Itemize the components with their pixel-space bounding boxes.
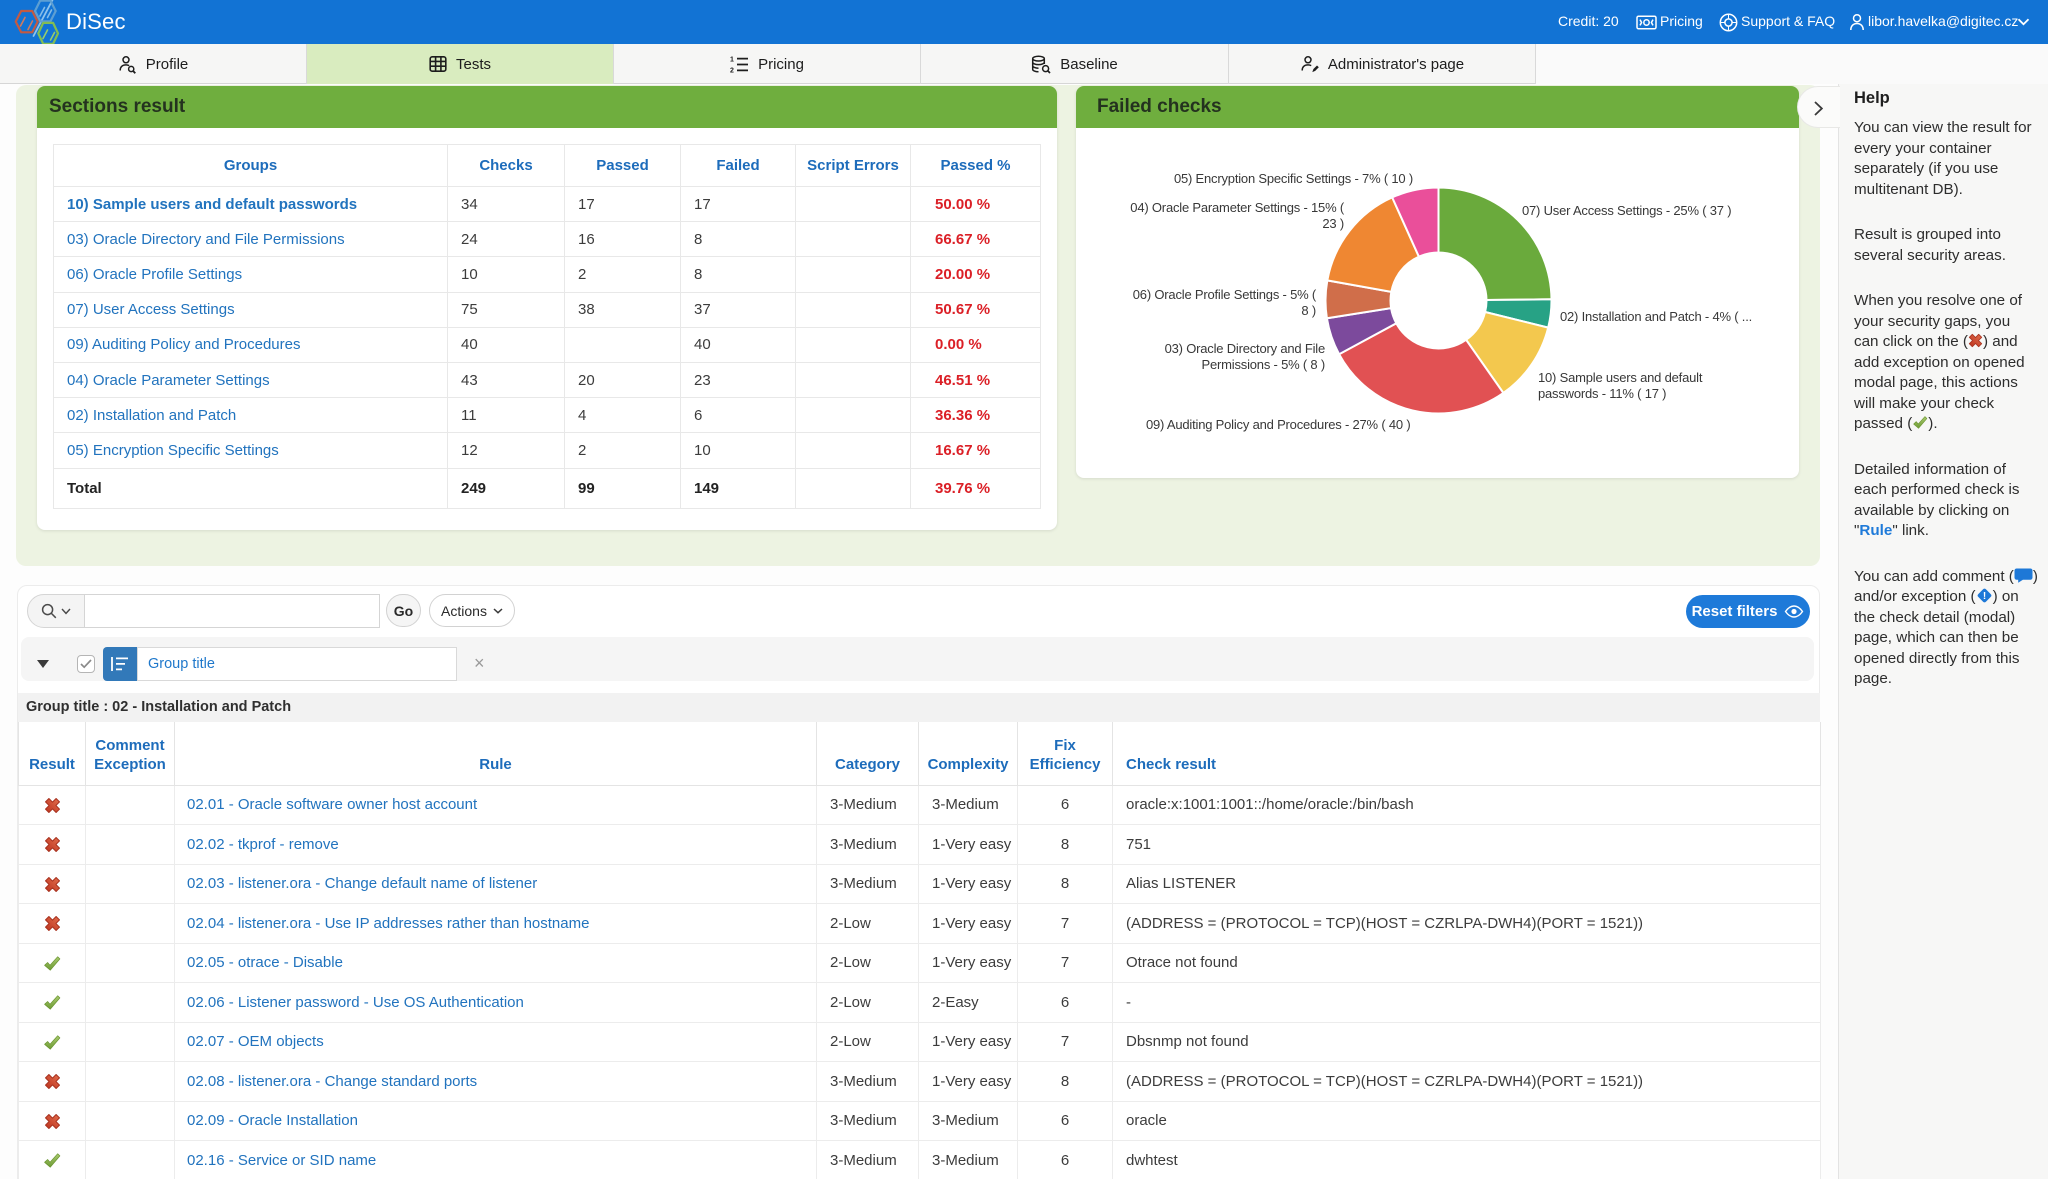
svg-text:1: 1: [730, 56, 734, 63]
svg-text:!: !: [1982, 591, 1985, 602]
svg-text:2: 2: [730, 67, 734, 72]
